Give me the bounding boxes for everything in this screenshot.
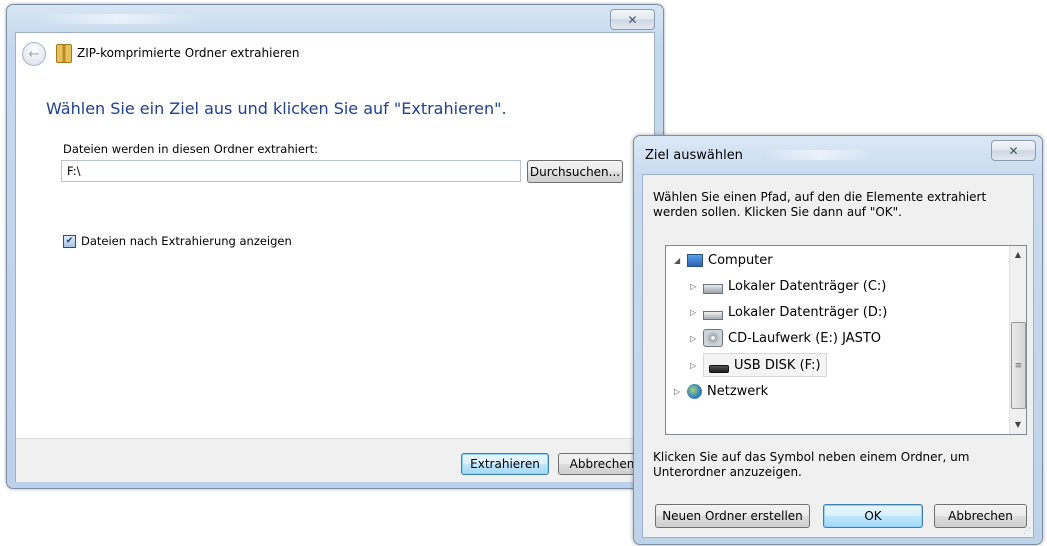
selected-highlight[interactable]: USB DISK (F:): [703, 353, 827, 377]
cd-drive-icon: [703, 329, 723, 347]
drive-icon: [703, 311, 723, 320]
show-files-checkbox[interactable]: ✔: [63, 234, 76, 248]
expand-arrow-icon[interactable]: ▷: [690, 361, 700, 370]
drive-c-icon: [703, 284, 723, 294]
network-icon: [687, 383, 702, 399]
expand-arrow-icon[interactable]: ▷: [690, 308, 700, 317]
ok-button[interactable]: OK: [823, 504, 923, 528]
tree-item-label: Lokaler Datenträger (C:): [728, 278, 887, 294]
picker-hint: Klicken Sie auf das Symbol neben einem O…: [653, 450, 970, 479]
scroll-up-arrow-icon[interactable]: ▲: [1012, 249, 1024, 261]
browse-button[interactable]: Durchsuchen...: [527, 160, 623, 183]
scroll-thumb[interactable]: ≡: [1011, 322, 1026, 409]
target-folder-label: Dateien werden in diesen Ordner extrahie…: [63, 142, 319, 156]
tree-item-network[interactable]: ▷ Netzwerk: [674, 379, 768, 403]
tree-item-label: USB DISK (F:): [734, 357, 821, 373]
tree-scrollbar[interactable]: ▲ ≡ ▼: [1009, 246, 1026, 434]
wizard-footer: Extrahieren Abbrechen: [16, 438, 654, 482]
collapse-arrow-icon[interactable]: ◢: [674, 256, 684, 265]
wizard-content: ← ZIP-komprimierte Ordner extrahieren Wä…: [15, 32, 655, 482]
show-files-option[interactable]: ✔ Dateien nach Extrahierung anzeigen: [63, 234, 292, 248]
tree-item-label: Netzwerk: [707, 383, 769, 399]
tree-item-drive-d[interactable]: ▷ Lokaler Datenträger (D:): [690, 300, 887, 324]
instruction-heading: Wählen Sie ein Ziel aus und klicken Sie …: [46, 99, 507, 118]
expand-arrow-icon[interactable]: ▷: [674, 387, 684, 396]
wizard-nav-row: ← ZIP-komprimierte Ordner extrahieren: [16, 33, 654, 73]
folder-tree[interactable]: ◢ Computer ▷ Lokaler Datenträger (C:) ▷ …: [665, 245, 1027, 435]
show-files-label: Dateien nach Extrahierung anzeigen: [81, 234, 292, 248]
extract-button[interactable]: Extrahieren: [461, 453, 549, 475]
tree-item-usb-disk[interactable]: ▷ USB DISK (F:): [690, 353, 827, 377]
scroll-down-arrow-icon[interactable]: ▼: [1012, 419, 1024, 431]
new-folder-button[interactable]: Neuen Ordner erstellen: [655, 504, 810, 528]
tree-item-computer[interactable]: ◢ Computer: [674, 248, 773, 272]
expand-arrow-icon[interactable]: ▷: [690, 282, 700, 291]
wizard-title: ZIP-komprimierte Ordner extrahieren: [77, 46, 300, 60]
picker-description: Wählen Sie einen Pfad, auf den die Eleme…: [653, 190, 987, 219]
tree-item-cd-drive[interactable]: ▷ CD-Laufwerk (E:) JASTO: [690, 326, 881, 350]
picker-body: Wählen Sie einen Pfad, auf den die Eleme…: [642, 174, 1034, 538]
tree-item-drive-c[interactable]: ▷ Lokaler Datenträger (C:): [690, 274, 886, 298]
tree-item-label: Lokaler Datenträger (D:): [728, 304, 888, 320]
picker-cancel-button[interactable]: Abbrechen: [934, 504, 1027, 528]
picker-titlebar-glass: [764, 150, 874, 160]
expand-arrow-icon[interactable]: ▷: [690, 334, 700, 343]
back-button[interactable]: ←: [22, 42, 46, 66]
picker-title: Ziel auswählen: [645, 148, 743, 163]
tree-item-label: Computer: [708, 252, 773, 268]
zip-folder-icon: [56, 44, 72, 63]
folder-picker-dialog: Ziel auswählen ✕ Wählen Sie einen Pfad, …: [633, 135, 1043, 545]
close-button[interactable]: ✕: [610, 9, 655, 30]
target-path-input[interactable]: [61, 160, 521, 182]
resize-grip-icon[interactable]: ⋰: [1023, 526, 1031, 535]
tree-item-label: CD-Laufwerk (E:) JASTO: [728, 330, 882, 346]
extract-wizard-window: ✕ ← ZIP-komprimierte Ordner extrahieren …: [6, 4, 664, 489]
titlebar-glass: [37, 14, 197, 24]
computer-icon: [687, 253, 703, 267]
picker-close-button[interactable]: ✕: [991, 140, 1036, 161]
usb-drive-icon: [709, 364, 729, 373]
